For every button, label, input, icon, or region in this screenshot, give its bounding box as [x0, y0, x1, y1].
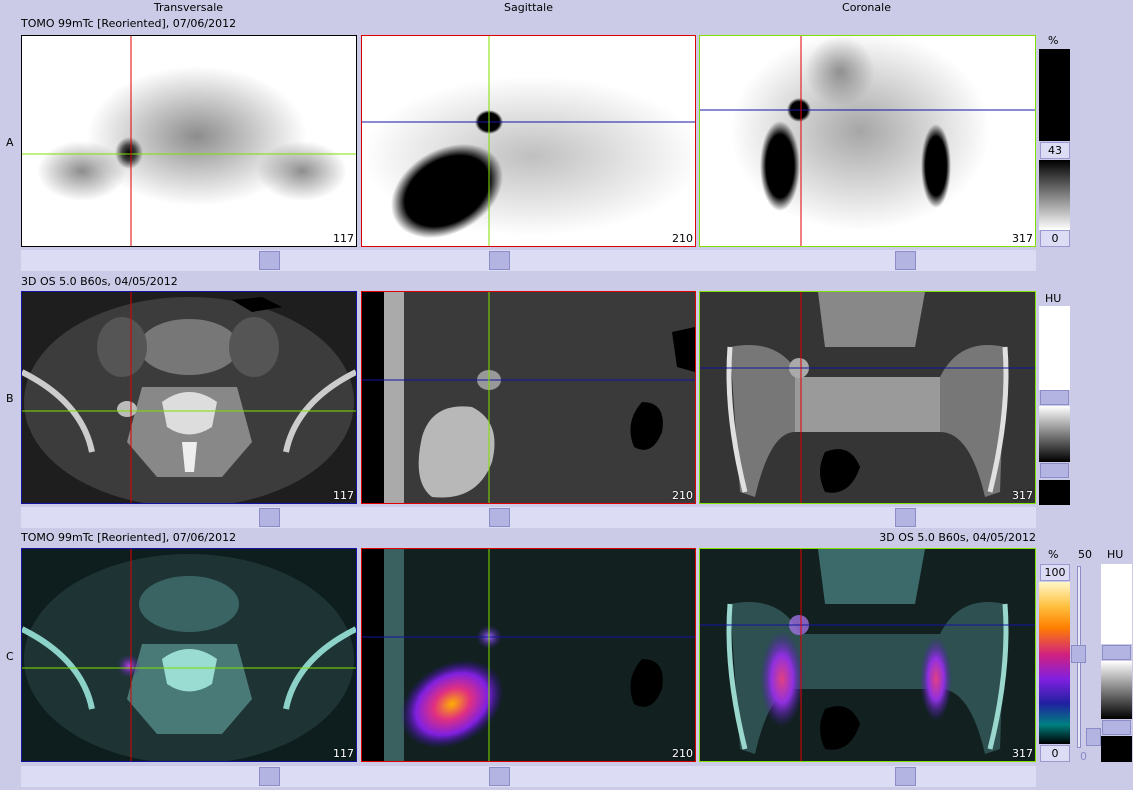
viewport-b-coronal[interactable]: 317	[699, 291, 1036, 504]
colorbar-b-top[interactable]	[1039, 306, 1070, 390]
fusion-min-label: 0	[1080, 750, 1087, 763]
scroll-thumb-c-transversal[interactable]	[259, 767, 280, 786]
slice-number: 317	[1012, 232, 1033, 245]
colorbar-a-lower-value[interactable]: 0	[1040, 230, 1070, 247]
fusion-slider-handle-lower[interactable]	[1086, 728, 1101, 746]
slice-number: 210	[672, 489, 693, 502]
series-label-row-c-ct: 3D OS 5.0 B60s, 04/05/2012	[879, 531, 1036, 544]
pet-coronal-image	[700, 36, 1035, 246]
scroll-thumb-c-sagittal[interactable]	[489, 767, 510, 786]
fusion-slider-handle[interactable]	[1071, 645, 1086, 663]
slice-number: 210	[672, 232, 693, 245]
scrollbar-row-b[interactable]	[21, 507, 1036, 528]
column-header-sagittal: Sagittale	[504, 1, 553, 14]
scroll-thumb-b-sagittal[interactable]	[489, 508, 510, 527]
pet-transversal-image	[22, 36, 356, 246]
colorbar-a-top[interactable]	[1039, 49, 1070, 141]
viewport-a-coronal[interactable]: 317	[699, 35, 1036, 247]
scroll-thumb-b-transversal[interactable]	[259, 508, 280, 527]
pet-sagittal-image	[362, 36, 695, 246]
row-label-b: B	[6, 392, 14, 405]
scroll-thumb-a-coronal[interactable]	[895, 251, 916, 270]
series-label-row-c-pet: TOMO 99mTc [Reoriented], 07/06/2012	[21, 531, 237, 544]
viewport-a-transversal[interactable]: 117	[21, 35, 357, 247]
slice-number: 317	[1012, 747, 1033, 760]
colorbar-c-pet-min[interactable]: 0	[1040, 745, 1070, 762]
fusion-max-label: 50	[1078, 548, 1092, 561]
slice-number: 210	[672, 747, 693, 760]
viewport-b-sagittal[interactable]: 210	[361, 291, 696, 504]
series-label-row-a: TOMO 99mTc [Reoriented], 07/06/2012	[21, 17, 237, 30]
row-label-c: C	[6, 650, 14, 663]
column-header-transversal: Transversale	[153, 1, 224, 14]
fusion-sagittal-image	[362, 549, 695, 761]
colorbar-c-ct-gradient[interactable]	[1101, 661, 1132, 719]
colorbar-c-ct-lower-handle[interactable]	[1102, 720, 1131, 735]
colorbar-unit-c-ct: HU	[1107, 548, 1124, 561]
viewport-b-transversal[interactable]: 117	[21, 291, 357, 504]
colorbar-b-gradient[interactable]	[1039, 406, 1070, 462]
fusion-transversal-image	[22, 549, 356, 761]
colorbar-unit-c-pet: %	[1048, 548, 1059, 561]
colorbar-b-lower-handle[interactable]	[1040, 463, 1069, 478]
colorbar-a-upper-value[interactable]: 43	[1040, 142, 1070, 159]
colorbar-a-gradient[interactable]	[1039, 160, 1070, 230]
viewport-c-transversal[interactable]: 117	[21, 548, 357, 762]
ct-sagittal-image	[362, 292, 695, 503]
colorbar-c-ct-top[interactable]	[1101, 564, 1132, 644]
colorbar-b-upper-handle[interactable]	[1040, 390, 1069, 405]
scroll-thumb-a-sagittal[interactable]	[489, 251, 510, 270]
slice-number: 317	[1012, 489, 1033, 502]
ct-coronal-image	[700, 292, 1035, 503]
ct-transversal-image	[22, 292, 356, 503]
colorbar-c-pet-max[interactable]: 100	[1040, 564, 1070, 581]
colorbar-c-ct-bottom[interactable]	[1101, 736, 1132, 762]
colorbar-c-pet-gradient[interactable]	[1039, 582, 1070, 744]
scroll-thumb-b-coronal[interactable]	[895, 508, 916, 527]
colorbar-b-bottom[interactable]	[1039, 480, 1070, 505]
slice-number: 117	[333, 489, 354, 502]
column-header-coronal: Coronale	[842, 1, 891, 14]
viewport-a-sagittal[interactable]: 210	[361, 35, 696, 247]
colorbar-c-ct-upper-handle[interactable]	[1102, 645, 1131, 660]
colorbar-unit-a: %	[1048, 34, 1059, 47]
viewport-c-coronal[interactable]: 317	[699, 548, 1036, 762]
scrollbar-row-c[interactable]	[21, 766, 1036, 787]
scroll-thumb-a-transversal[interactable]	[259, 251, 280, 270]
viewport-c-sagittal[interactable]: 210	[361, 548, 696, 762]
slice-number: 117	[333, 232, 354, 245]
slice-number: 117	[333, 747, 354, 760]
scrollbar-row-a[interactable]	[21, 250, 1036, 271]
row-label-a: A	[6, 136, 14, 149]
scroll-thumb-c-coronal[interactable]	[895, 767, 916, 786]
series-label-row-b: 3D OS 5.0 B60s, 04/05/2012	[21, 275, 178, 288]
colorbar-unit-b: HU	[1045, 292, 1062, 305]
fusion-coronal-image	[700, 549, 1035, 761]
